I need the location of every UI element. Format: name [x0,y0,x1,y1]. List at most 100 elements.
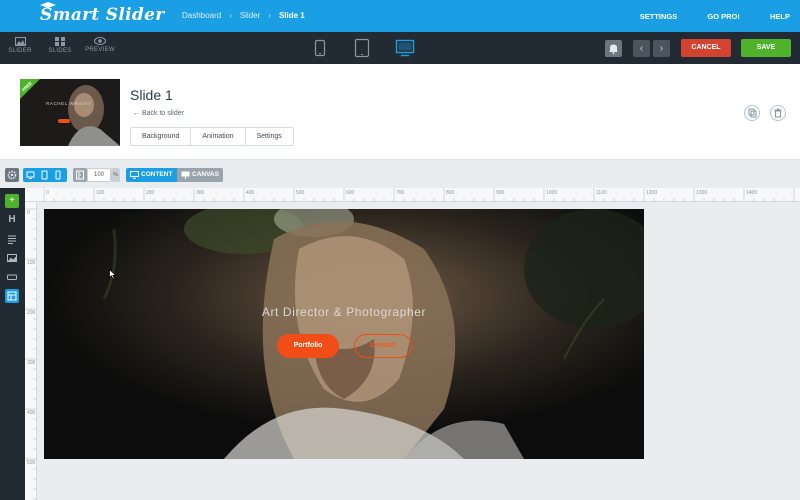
image-icon [7,254,17,262]
structure-layer-button[interactable] [5,289,19,303]
bell-icon [609,44,618,55]
duplicate-slide-button[interactable] [744,105,760,121]
slide-canvas[interactable] [44,209,644,459]
button-layer-button[interactable] [5,270,19,284]
slider-button-label: SLIDER [8,48,32,54]
nav-help[interactable]: HELP [770,12,790,21]
ruler-y-500: 500 [27,460,36,466]
ruler-x-1400: 1400 [746,190,758,196]
monitor-icon [130,171,139,179]
ruler-x-400: 400 [246,190,255,196]
ruler-x-900: 900 [496,190,505,196]
tab-settings[interactable]: Settings [246,128,293,145]
heading-layer-button[interactable]: H [5,213,19,227]
canvas-icon [181,171,190,179]
app-logo[interactable]: Smart Slider [40,5,164,25]
breadcrumb-slider[interactable]: Slider [240,11,260,20]
paragraph-icon [8,235,16,244]
top-nav: SETTINGS GO PRO! HELP [612,12,790,21]
vertical-ruler[interactable]: 0 100 200 300 400 500 [25,202,37,500]
layer-tools-sidebar: + H [0,188,25,500]
grid-icon [55,37,65,46]
device-mode-switcher[interactable] [23,168,67,182]
image-layer-button[interactable] [5,251,19,265]
contact-button[interactable]: Contact [354,334,412,358]
preview-button[interactable]: PREVIEW [80,37,120,61]
previous-slide-button[interactable]: ‹ [633,40,650,57]
horizontal-ruler[interactable]: 0 100 200 300 400 500 600 700 800 900 10… [25,188,800,202]
breadcrumb-current: Slide 1 [278,11,305,20]
chevron-right-icon: › [268,11,271,20]
heading-icon: H [8,214,16,225]
nav-settings[interactable]: SETTINGS [640,12,678,21]
back-to-slider-label: Back to slider [141,110,184,117]
layer-subbar: 100 % [0,165,800,185]
cancel-button[interactable]: CANCEL [681,39,731,57]
thumbnail-image [20,79,120,146]
slide-header [0,64,800,160]
slides-button-label: SLIDES [48,48,72,54]
desktop-device-icon[interactable] [395,38,415,58]
mouse-cursor-icon [109,269,117,280]
editor-toolbar: SLIDER SLIDES PREVIEW [0,32,800,64]
chevron-right-icon: › [229,11,232,20]
portfolio-button[interactable]: Portfolio [277,334,339,358]
ruler-toggle[interactable] [73,168,87,182]
preview-button-label: PREVIEW [85,47,115,53]
ruler-x-100: 100 [96,190,105,196]
text-layer-button[interactable] [5,232,19,246]
device-modes-icon [26,170,61,180]
notification-button[interactable] [605,40,622,57]
gear-button[interactable] [5,168,19,182]
eye-icon [94,37,106,45]
content-mode-button[interactable]: CONTENT [126,168,177,182]
ruler-x-300: 300 [196,190,205,196]
delete-slide-button[interactable] [770,105,786,121]
slider-button[interactable]: SLIDER [0,37,40,61]
button-icon [7,274,17,280]
breadcrumb: Dashboard › Slider › Slide 1 [182,11,313,20]
plus-icon: + [9,195,15,206]
save-button[interactable]: SAVE [741,39,791,57]
mobile-device-icon[interactable] [310,38,330,58]
ruler-y-200: 200 [27,310,36,316]
layout-icon [7,291,17,301]
ruler-y-400: 400 [27,410,36,416]
ruler-y-300: 300 [27,360,36,366]
slide-title[interactable]: Slide 1 [130,87,173,103]
nav-go-pro[interactable]: GO PRO! [707,12,740,21]
ruler-x-500: 500 [296,190,305,196]
ruler-x-1200: 1200 [646,190,658,196]
chevron-left-icon: ‹ [639,43,644,54]
trash-icon [774,108,782,118]
ruler-x-800: 800 [446,190,455,196]
slide-caption[interactable]: Art Director & Photographer [44,305,644,319]
ruler-x-1100: 1100 [596,190,607,196]
content-mode-label: CONTENT [141,171,173,178]
ruler-x-700: 700 [396,190,405,196]
canvas-mode-button[interactable]: CANVAS [177,168,223,182]
breadcrumb-dashboard[interactable]: Dashboard [182,11,221,20]
ruler-y-0: 0 [27,210,30,216]
ruler-x-200: 200 [146,190,155,196]
slide-tabs: Background Animation Settings [130,127,294,146]
ruler-x-600: 600 [346,190,355,196]
tab-background[interactable]: Background [131,128,192,145]
horizontal-ruler-ticks [43,188,795,202]
tab-animation[interactable]: Animation [191,128,246,145]
ruler-x-1300: 1300 [696,190,708,196]
tablet-device-icon[interactable] [352,38,372,58]
zoom-input[interactable]: 100 [87,168,111,182]
copy-icon [748,108,757,118]
slide-thumbnail[interactable]: FREE RACHEL WRIGHT [20,79,120,146]
top-bar: Smart Slider Dashboard › Slider › Slide 1 SE… [0,0,800,32]
back-to-slider-link[interactable]: ← Back to slider [133,110,184,117]
slide-background-image [44,209,644,459]
thumbnail-caption: RACHEL WRIGHT [46,101,92,106]
slides-button[interactable]: SLIDES [40,37,80,61]
vertical-ruler-ticks [25,208,37,500]
next-slide-button[interactable]: › [653,40,670,57]
add-layer-button[interactable]: + [5,194,19,208]
ruler-x-1000: 1000 [546,190,558,196]
zoom-unit: % [111,168,120,182]
